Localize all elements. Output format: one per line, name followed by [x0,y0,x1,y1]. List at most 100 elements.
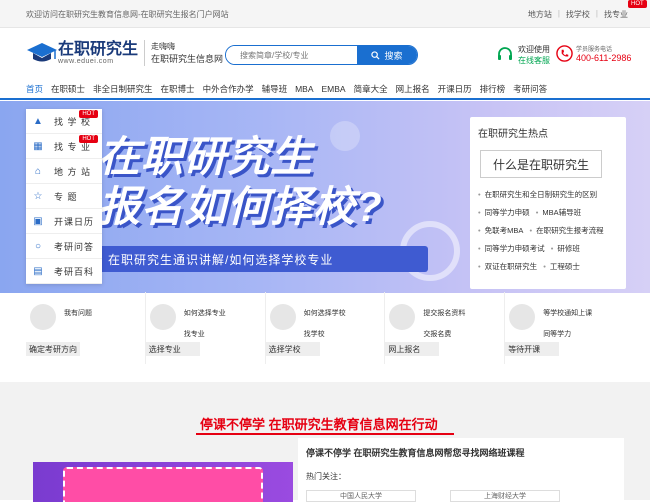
logo-title: 在职研究生 [58,40,139,58]
nav-item[interactable]: 考研问答 [513,83,547,95]
top-link-school[interactable]: 找学校 [566,9,590,20]
home-icon: ⌂ [34,165,42,177]
welcome-text: 欢迎访问在职研究生教育信息网-在职研究生报名门户网站 [26,10,229,19]
step-title: 我有问题 [64,310,92,317]
book-icon: ▤ [33,265,43,277]
sidebar-item-major[interactable]: ▦ 找 专 业 HOT [26,134,102,159]
hot-link[interactable]: 双证在职研究生 [485,262,538,271]
nav-item[interactable]: 辅导班 [262,83,288,95]
hot-row: • 双证在职研究生 • 工程硕士 [478,258,618,276]
banner-subtitle: 在职研究生通识讲解/如何选择学校专业 [98,246,428,272]
hot-link[interactable]: 免联考MBA [485,226,524,235]
sidebar-item-label: 地 方 站 [54,166,92,177]
section-slogan: 停课不停学 在职研究生教育信息网在行动 [200,417,438,432]
site-logo[interactable]: 在职研究生 www.eduei.com 走嗨嗨 在职研究生信息网 [26,40,223,66]
bullet: • [478,190,481,199]
online-service[interactable]: 欢迎使用 在线客服 [496,44,550,66]
nav-item[interactable]: 简章大全 [354,83,388,95]
hot-link[interactable]: 同等学力申硕考试 [485,244,545,253]
hot-featured-link[interactable]: 什么是在职研究生 [480,150,602,178]
step-item[interactable]: 我有问题 确定考研方向 [26,292,146,364]
sidebar-item-label: 考研百科 [54,266,95,277]
hot-label: 热门关注： [306,472,346,481]
bullet: • [535,208,539,217]
bullet: • [478,262,481,271]
hot-link[interactable]: 在职研究生和全日制研究生的区别 [485,190,598,199]
nav-item[interactable]: 开课日历 [438,83,472,95]
service-link[interactable]: 在线客服 [518,55,550,66]
hot-link[interactable]: 研修班 [557,244,580,253]
step-subtitle[interactable]: 找学校 [304,329,325,339]
search-button[interactable]: 搜索 [357,46,417,64]
nav-item[interactable]: 排行榜 [480,83,506,95]
step-title: 如何选择专业 [183,310,226,317]
sidebar-item-qa[interactable]: ○ 考研问答 [26,234,102,259]
step-title: 等学校通知上课 [543,310,593,317]
sidebar-item-calendar[interactable]: ▣ 开课日历 [26,209,102,234]
separator: | [557,9,560,18]
hot-panel-title: 在职研究生热点 [478,129,548,140]
hot-row: • 免联考MBA • 在职研究生报考流程 [478,222,618,240]
bullet: • [478,226,481,235]
quick-sidebar: ▲ 找 学 校 HOT ▦ 找 专 业 HOT ⌂ 地 方 站 ☆ 专 题 ▣ … [26,109,102,284]
nav-item[interactable]: 网上报名 [396,83,430,95]
bullet: • [550,244,554,253]
step-label: 确定考研方向 [26,342,80,356]
banner-headline-2: 报名如何择校? [98,183,383,230]
nav-item-home[interactable]: 首页 [26,83,43,95]
sidebar-item-local[interactable]: ⌂ 地 方 站 [26,159,102,184]
banner-decoration [330,121,360,151]
step-item[interactable]: 如何选择学校 找学校 选择学校 [265,292,386,364]
graduation-cap-icon [27,43,57,62]
phone-number: 400-611-2986 [576,53,632,63]
nav-item[interactable]: 在职硕士 [51,83,85,95]
hot-link[interactable]: 同等学力申硕 [485,208,530,217]
step-item[interactable]: 等学校通知上课 同等学力 等待开课 [505,292,624,364]
tag-link[interactable]: 上海财经大学 [450,490,560,502]
phone-label: 学员服务电话 [576,47,613,53]
clock-icon [509,304,536,330]
header: 在职研究生 www.eduei.com 走嗨嗨 在职研究生信息网 搜索 欢迎使用… [0,28,650,80]
search-input[interactable] [226,46,357,64]
promo-decoration [63,467,263,502]
nav-item[interactable]: 中外合作办学 [203,83,254,95]
sidebar-item-label: 开课日历 [54,216,95,227]
nav-item[interactable]: 非全日制研究生 [93,83,153,95]
step-item[interactable]: 提交报名资料 交报名费 网上报名 [385,292,506,364]
hot-badge: HOT [79,135,98,143]
tag-link[interactable]: 中国人民大学 [306,490,416,502]
step-item[interactable]: 如何选择专业 找专业 选择专业 [145,292,266,364]
top-link-local[interactable]: 地方站 [528,9,552,20]
hot-link[interactable]: MBA辅导班 [542,208,581,217]
sidebar-item-wiki[interactable]: ▤ 考研百科 [26,259,102,284]
search-icon [371,50,380,60]
news-card-title[interactable]: 停课不停学 在职研究生教育信息网帮您寻找网络班课程 [306,446,616,459]
nav-item[interactable]: EMBA [322,84,346,94]
sidebar-item-label: 专 题 [54,191,78,202]
sidebar-item-label: 考研问答 [54,241,95,252]
bullet: • [478,244,481,253]
step-subtitle: 交报名费 [423,331,452,338]
phone-icon [556,45,573,62]
calendar-icon: ▣ [33,215,43,227]
sidebar-item-school[interactable]: ▲ 找 学 校 HOT [26,109,102,134]
phone-contact: 学员服务电话 400-611-2986 [556,44,631,63]
step-subtitle[interactable]: 找专业 [184,329,205,339]
graduation-cap-icon: ▲ [33,115,43,127]
logo-subtitle-1: 走嗨嗨 [151,42,176,51]
hot-badge: HOT [628,0,647,8]
hot-link[interactable]: 工程硕士 [550,262,580,271]
hot-link[interactable]: 在职研究生报考流程 [536,226,604,235]
document-icon [389,304,416,330]
nav-item[interactable]: MBA [295,84,313,94]
nav-item[interactable]: 在职博士 [161,83,195,95]
top-link-major[interactable]: 找专业 [604,9,628,20]
top-bar: 欢迎访问在职研究生教育信息网-在职研究生报名门户网站 地方站 | 找学校 | 找… [0,0,650,28]
news-card: 停课不停学 在职研究生教育信息网帮您寻找网络班课程 热门关注： 中国人民大学 上… [298,438,624,502]
process-steps: 我有问题 确定考研方向 如何选择专业 找专业 选择专业 如何选择学校 找学校 选… [26,292,624,364]
promo-card[interactable] [33,462,293,502]
sidebar-item-topic[interactable]: ☆ 专 题 [26,184,102,209]
slogan-underline [196,433,454,435]
bullet: • [478,208,481,217]
grid-icon: ▦ [33,140,43,152]
